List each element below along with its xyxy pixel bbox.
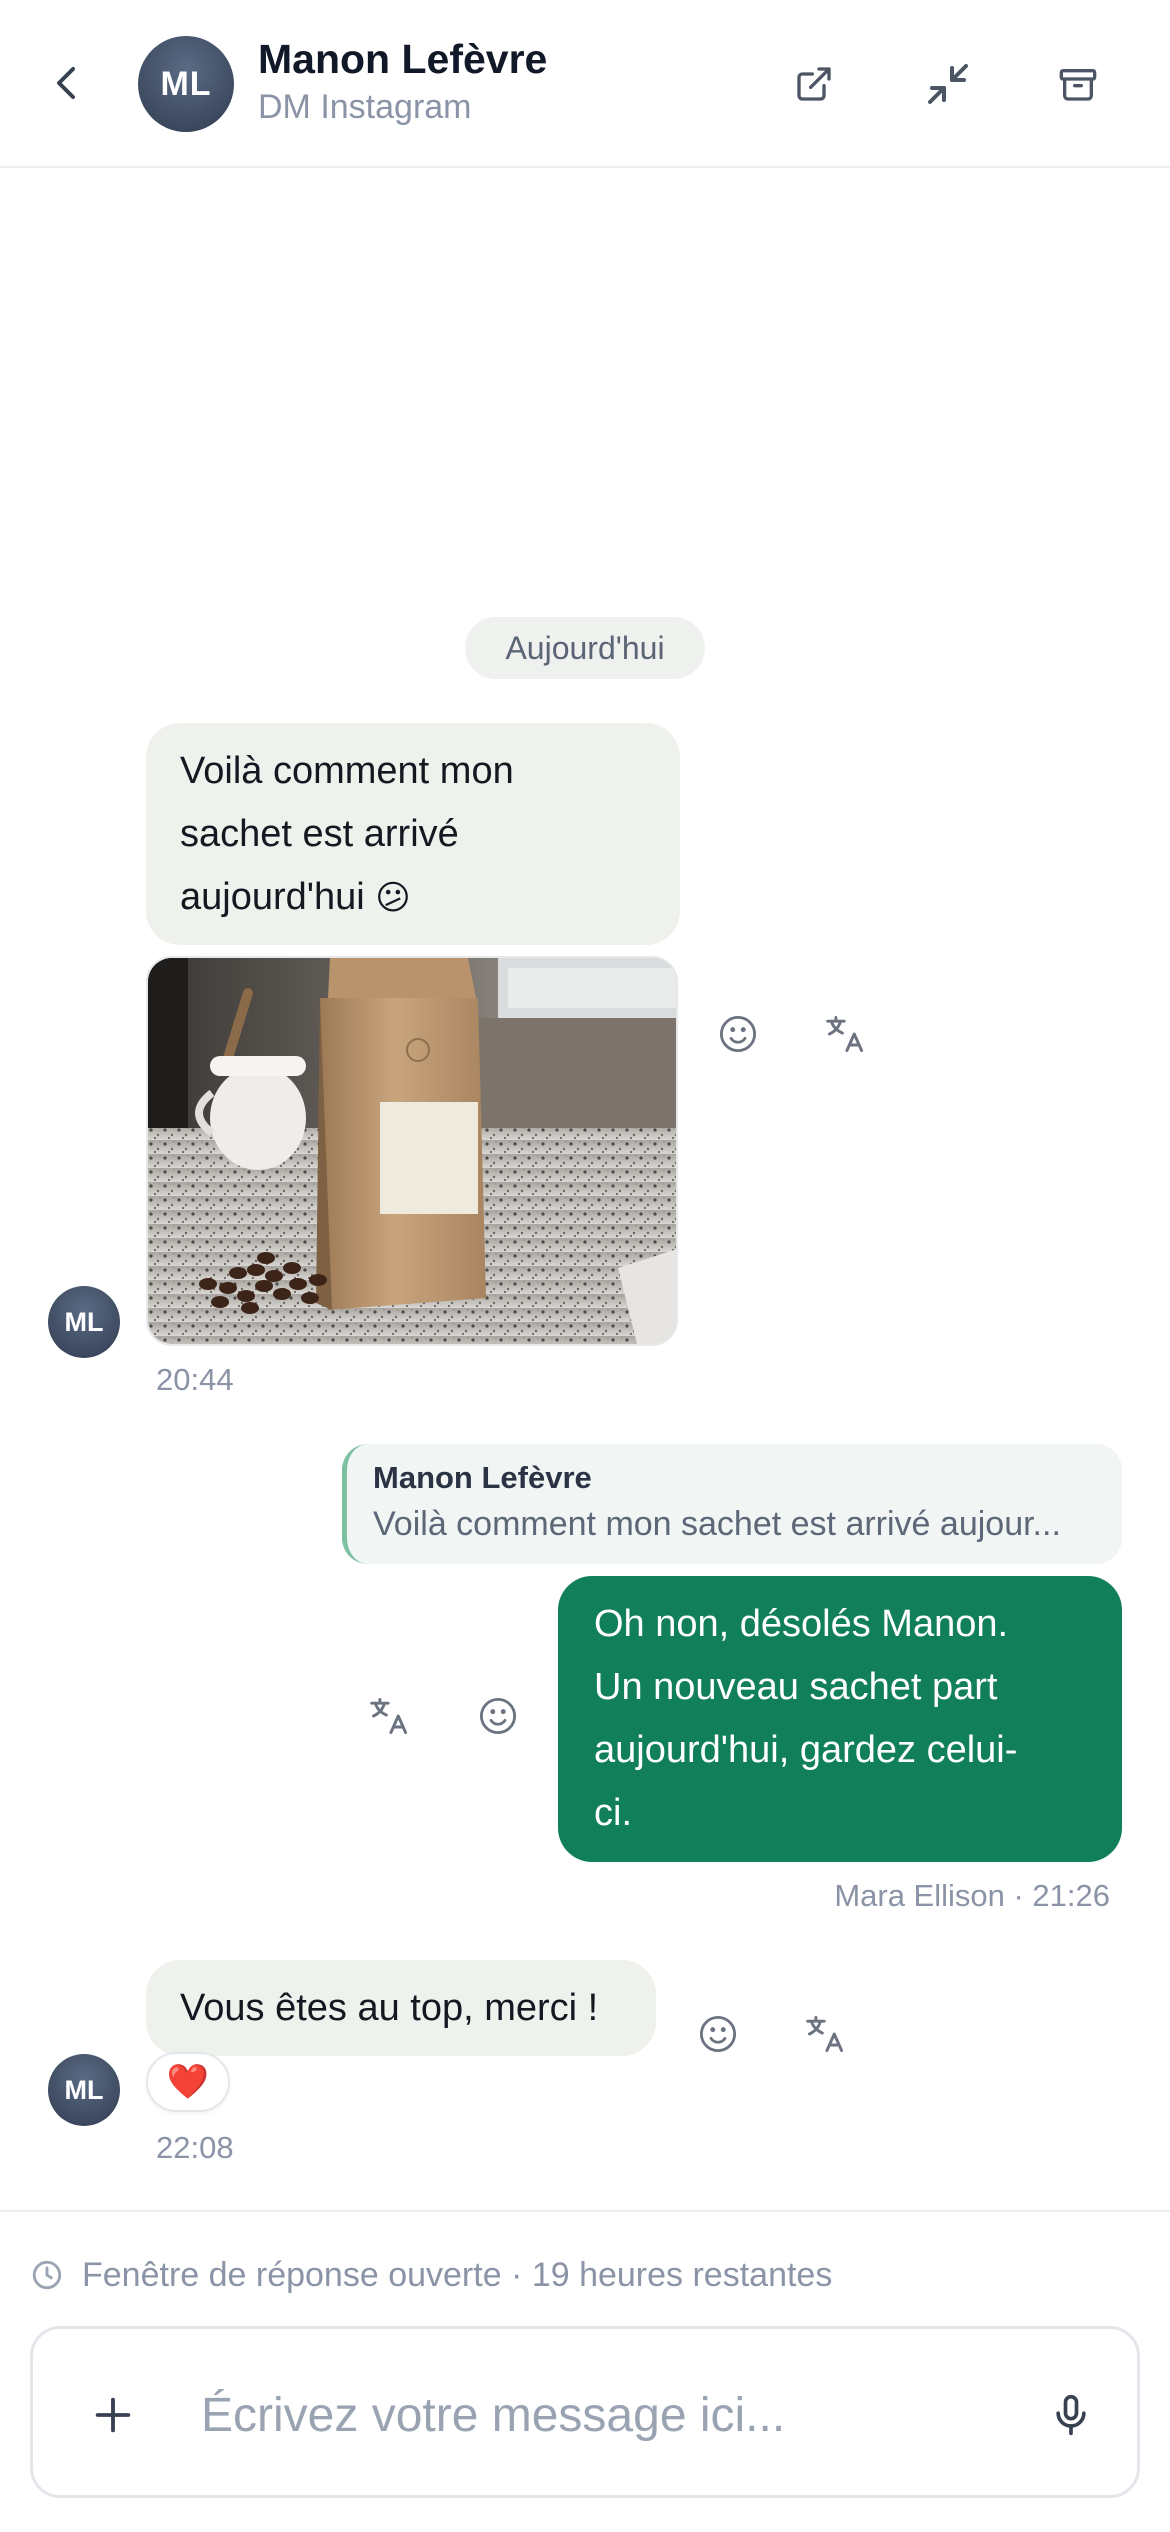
incoming-message-bubble[interactable]: Voilà comment mon sachet est arrivé aujo…: [146, 723, 680, 945]
sender-avatar[interactable]: ML: [48, 1286, 120, 1358]
smiley-icon: [699, 2015, 737, 2053]
voice-button[interactable]: [1039, 2383, 1103, 2447]
reaction-badge[interactable]: ❤️: [146, 2052, 230, 2112]
message-meta: Mara Ellison · 21:26: [834, 1878, 1110, 1913]
incoming-message-bubble[interactable]: Vous êtes au top, merci !: [146, 1960, 656, 2056]
quote-author: Manon Lefèvre: [373, 1460, 592, 1495]
contact-channel: DM Instagram: [258, 88, 472, 126]
clock-icon: [32, 2260, 62, 2290]
translate-button[interactable]: [796, 2004, 856, 2064]
archive-icon: [1059, 69, 1097, 101]
smiley-icon: [719, 1015, 757, 1053]
coffee-bag-photo: [148, 958, 676, 1344]
react-button[interactable]: [468, 1686, 528, 1746]
translate-icon: [826, 1016, 864, 1052]
translate-button[interactable]: [816, 1004, 876, 1064]
quote-text: Voilà comment mon sachet est arrivé aujo…: [373, 1505, 1061, 1543]
reply-window-text: Fenêtre de réponse ouverte · 19 heures r…: [82, 2255, 833, 2294]
message-input[interactable]: [201, 2329, 1001, 2501]
message-line-with-emoji: aujourd'hui 😕: [180, 866, 646, 930]
day-separator: Aujourd'hui: [465, 617, 705, 679]
reply-quote[interactable]: Manon Lefèvre Voilà comment mon sachet e…: [342, 1444, 1122, 1564]
message-line: Oh non, désolés Manon.: [594, 1603, 1009, 1645]
reply-window-notice: Fenêtre de réponse ouverte · 19 heures r…: [30, 2250, 832, 2300]
message-line: sachet est arrivé: [180, 813, 459, 855]
react-button[interactable]: [688, 2004, 748, 2064]
archive-button[interactable]: [1046, 52, 1110, 116]
contact-avatar[interactable]: ML: [138, 36, 234, 132]
message-line: aujourd'hui: [180, 876, 365, 918]
chat-header: ML Manon Lefèvre DM Instagram: [0, 0, 1170, 168]
translate-button[interactable]: [360, 1686, 420, 1746]
message-line: Voilà comment mon: [180, 750, 514, 792]
footer-divider: [0, 2210, 1170, 2212]
message-line: Un nouveau sachet part: [594, 1666, 998, 1708]
message-line: ci.: [594, 1792, 632, 1834]
react-button[interactable]: [708, 1004, 768, 1064]
external-link-icon: [797, 67, 831, 101]
message-time: 20:44: [156, 1362, 234, 1397]
minimize-icon: [928, 64, 968, 104]
back-button[interactable]: [38, 50, 94, 116]
minimize-button[interactable]: [916, 52, 980, 116]
heart-reaction: ❤️: [166, 2063, 210, 2101]
message-text: Vous êtes au top, merci !: [180, 1987, 599, 2029]
smiley-icon: [479, 1697, 517, 1735]
message-time: 22:08: [156, 2130, 234, 2165]
contact-name: Manon Lefèvre: [258, 36, 548, 82]
attach-button[interactable]: [83, 2385, 143, 2445]
sender-avatar[interactable]: ML: [48, 2054, 120, 2126]
confused-emoji: 😕: [375, 879, 411, 917]
chevron-left-icon: [57, 67, 75, 99]
message-composer: [30, 2326, 1140, 2501]
microphone-icon: [1056, 2394, 1086, 2436]
message-line: aujourd'hui, gardez celui-: [594, 1729, 1018, 1771]
message-image[interactable]: [146, 956, 678, 1346]
plus-icon: [95, 2397, 131, 2433]
outgoing-message-bubble[interactable]: Oh non, désolés Manon. Un nouveau sachet…: [558, 1576, 1122, 1862]
translate-icon: [370, 1698, 408, 1734]
open-external-button[interactable]: [782, 52, 846, 116]
translate-icon: [806, 2016, 844, 2052]
